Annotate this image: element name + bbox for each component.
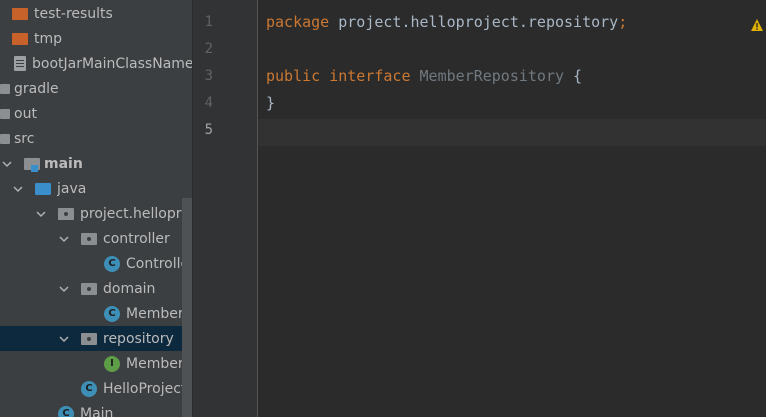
tree-item-gradle[interactable]: gradle [0, 76, 192, 101]
tree-item-label: main [44, 155, 83, 172]
file-icon [14, 56, 26, 71]
tree-item-repository[interactable]: repository [0, 326, 192, 351]
open-brace: { [564, 67, 583, 85]
tree-item-label: test-results [34, 5, 113, 22]
package-icon [81, 232, 97, 245]
chevron-down-icon[interactable] [57, 232, 71, 246]
tree-item-domain[interactable]: domain [0, 276, 192, 301]
line-number-current: 5 [204, 122, 213, 138]
tree-item-label: Member [126, 305, 184, 322]
tree-item-label: gradle [14, 80, 59, 97]
line-number: 4 [204, 95, 213, 111]
folder-icon [12, 7, 28, 20]
chevron-down-icon[interactable] [34, 207, 48, 221]
tree-scrollbar[interactable] [182, 198, 192, 417]
keyword-public: public [266, 67, 321, 85]
tree-item-test-results[interactable]: test-results [0, 1, 192, 26]
tree-item-member-repository[interactable]: I MemberRe [0, 351, 192, 376]
chevron-down-icon[interactable] [57, 332, 71, 346]
source-folder-icon [24, 157, 40, 172]
chevron-down-icon[interactable] [0, 157, 14, 171]
chevron-down-icon[interactable] [11, 182, 25, 196]
folder-icon [0, 133, 10, 144]
tree-item-java[interactable]: java [0, 176, 192, 201]
tree-item-src[interactable]: src [0, 126, 192, 151]
code-line-3: public interface MemberRepository { [266, 67, 582, 87]
line-number: 3 [204, 68, 213, 84]
folder-icon [0, 83, 10, 94]
source-folder-icon [35, 182, 51, 195]
tree-item-label: repository [103, 330, 174, 347]
tree-item-label: bootJarMainClassName [32, 55, 192, 72]
tree-item-controller[interactable]: controller [0, 226, 192, 251]
close-brace: } [266, 94, 276, 112]
semicolon: ; [618, 13, 628, 31]
line-number: 2 [204, 41, 213, 57]
keyword-package: package [266, 13, 330, 31]
tree-item-out[interactable]: out [0, 101, 192, 126]
project-tree: test-results tmp bootJarMainClassName gr… [0, 0, 192, 417]
code-line-4: } [266, 94, 275, 114]
class-icon: C [104, 305, 120, 322]
tree-item-label: HelloProjectA [103, 380, 192, 397]
keyword-interface: interface [329, 67, 411, 85]
tree-item-controller-class[interactable]: C Controller [0, 251, 192, 276]
tree-item-project-package[interactable]: project.helloproje [0, 201, 192, 226]
tree-item-main[interactable]: main [0, 151, 192, 176]
code-editor[interactable]: package project.helloproject.repository;… [258, 0, 766, 417]
package-icon [81, 282, 97, 295]
code-line-1: package project.helloproject.repository; [266, 13, 627, 33]
folder-icon [12, 32, 28, 45]
tree-item-label: out [14, 105, 37, 122]
line-number-gutter: 1 2 3 4 5 [192, 0, 259, 417]
tree-item-bootjar[interactable]: bootJarMainClassName [0, 51, 192, 76]
source-root-mark-icon [31, 164, 38, 172]
tree-item-label: src [14, 130, 35, 147]
tree-item-label: tmp [34, 30, 63, 47]
folder-icon [0, 108, 10, 119]
current-line-highlight [258, 119, 766, 146]
tree-item-member-class[interactable]: C Member [0, 301, 192, 326]
class-icon: C [81, 380, 97, 397]
package-icon [81, 332, 97, 345]
tree-item-label: domain [103, 280, 156, 297]
tree-item-label: controller [103, 230, 170, 247]
tree-item-label: Main [80, 405, 114, 417]
interface-icon: I [104, 355, 120, 372]
package-icon [58, 207, 74, 220]
package-name: project.helloproject.repository [329, 13, 619, 31]
class-icon: C [58, 405, 74, 417]
tree-item-main-class[interactable]: C Main [0, 401, 192, 417]
tree-item-label: project.helloproje [80, 205, 192, 222]
interface-name: MemberRepository [419, 67, 565, 85]
tree-item-label: java [57, 180, 87, 197]
line-number: 1 [204, 14, 213, 30]
tree-item-hello-project-app[interactable]: C HelloProjectA [0, 376, 192, 401]
chevron-down-icon[interactable] [57, 282, 71, 296]
tree-item-tmp[interactable]: tmp [0, 26, 192, 51]
class-icon: C [104, 255, 120, 272]
warning-icon[interactable] [750, 18, 764, 32]
